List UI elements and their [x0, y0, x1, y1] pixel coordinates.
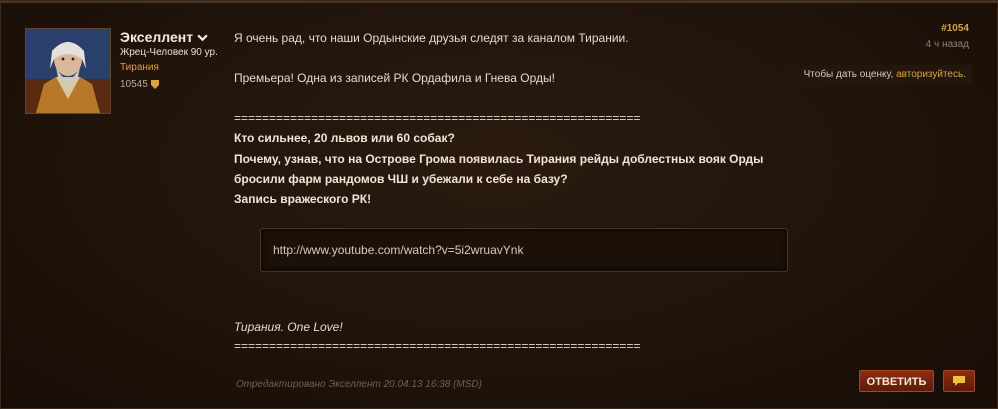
- post-number[interactable]: #1054: [941, 23, 969, 34]
- avatar-image: [26, 29, 110, 113]
- quote-button[interactable]: [943, 370, 975, 392]
- post-line: Премьера! Одна из записей РК Ордафила и …: [234, 71, 555, 85]
- forum-post: Экселлент Жрец-Человек 90 ур. Тирания 10…: [0, 0, 998, 409]
- avatar[interactable]: [25, 28, 111, 114]
- edited-note: Отредактировано Экселлент 20.04.13 16:38…: [236, 379, 482, 390]
- top-divider: [1, 1, 998, 3]
- post-line: Кто сильнее, 20 львов или 60 собак?: [234, 131, 455, 145]
- author-name-row[interactable]: Экселлент: [120, 29, 208, 45]
- author-name[interactable]: Экселлент: [120, 29, 193, 45]
- video-url[interactable]: http://www.youtube.com/watch?v=5i2wruavY…: [273, 243, 523, 257]
- chevron-down-icon[interactable]: [197, 32, 208, 43]
- post-line: бросили фарм рандомов ЧШ и убежали к себ…: [234, 172, 568, 186]
- shield-icon: [150, 80, 159, 89]
- login-link[interactable]: авторизуйтесь.: [896, 69, 966, 80]
- reply-button[interactable]: ОТВЕТИТЬ: [859, 370, 934, 392]
- points-value: 10545: [120, 79, 148, 90]
- rating-text: Чтобы дать оценку,: [803, 69, 894, 80]
- video-embed[interactable]: http://www.youtube.com/watch?v=5i2wruavY…: [260, 228, 788, 272]
- author-realm[interactable]: Тирания: [120, 62, 159, 73]
- post-line: Запись вражеского РК!: [234, 192, 372, 206]
- post-line: Тирания. One Love!: [234, 320, 343, 334]
- rating-prompt: Чтобы дать оценку, авторизуйтесь.: [787, 65, 972, 84]
- post-separator: ========================================…: [234, 339, 641, 353]
- speech-bubble-icon: [953, 376, 965, 386]
- post-separator: ========================================…: [234, 111, 641, 125]
- post-line: Почему, узнав, что на Острове Грома появ…: [234, 152, 764, 166]
- author-class: Жрец-Человек 90 ур.: [120, 47, 218, 58]
- post-time: 4 ч назад: [925, 39, 969, 50]
- author-points: 10545: [120, 79, 159, 90]
- post-line: Я очень рад, что наши Ордынские друзья с…: [234, 31, 629, 45]
